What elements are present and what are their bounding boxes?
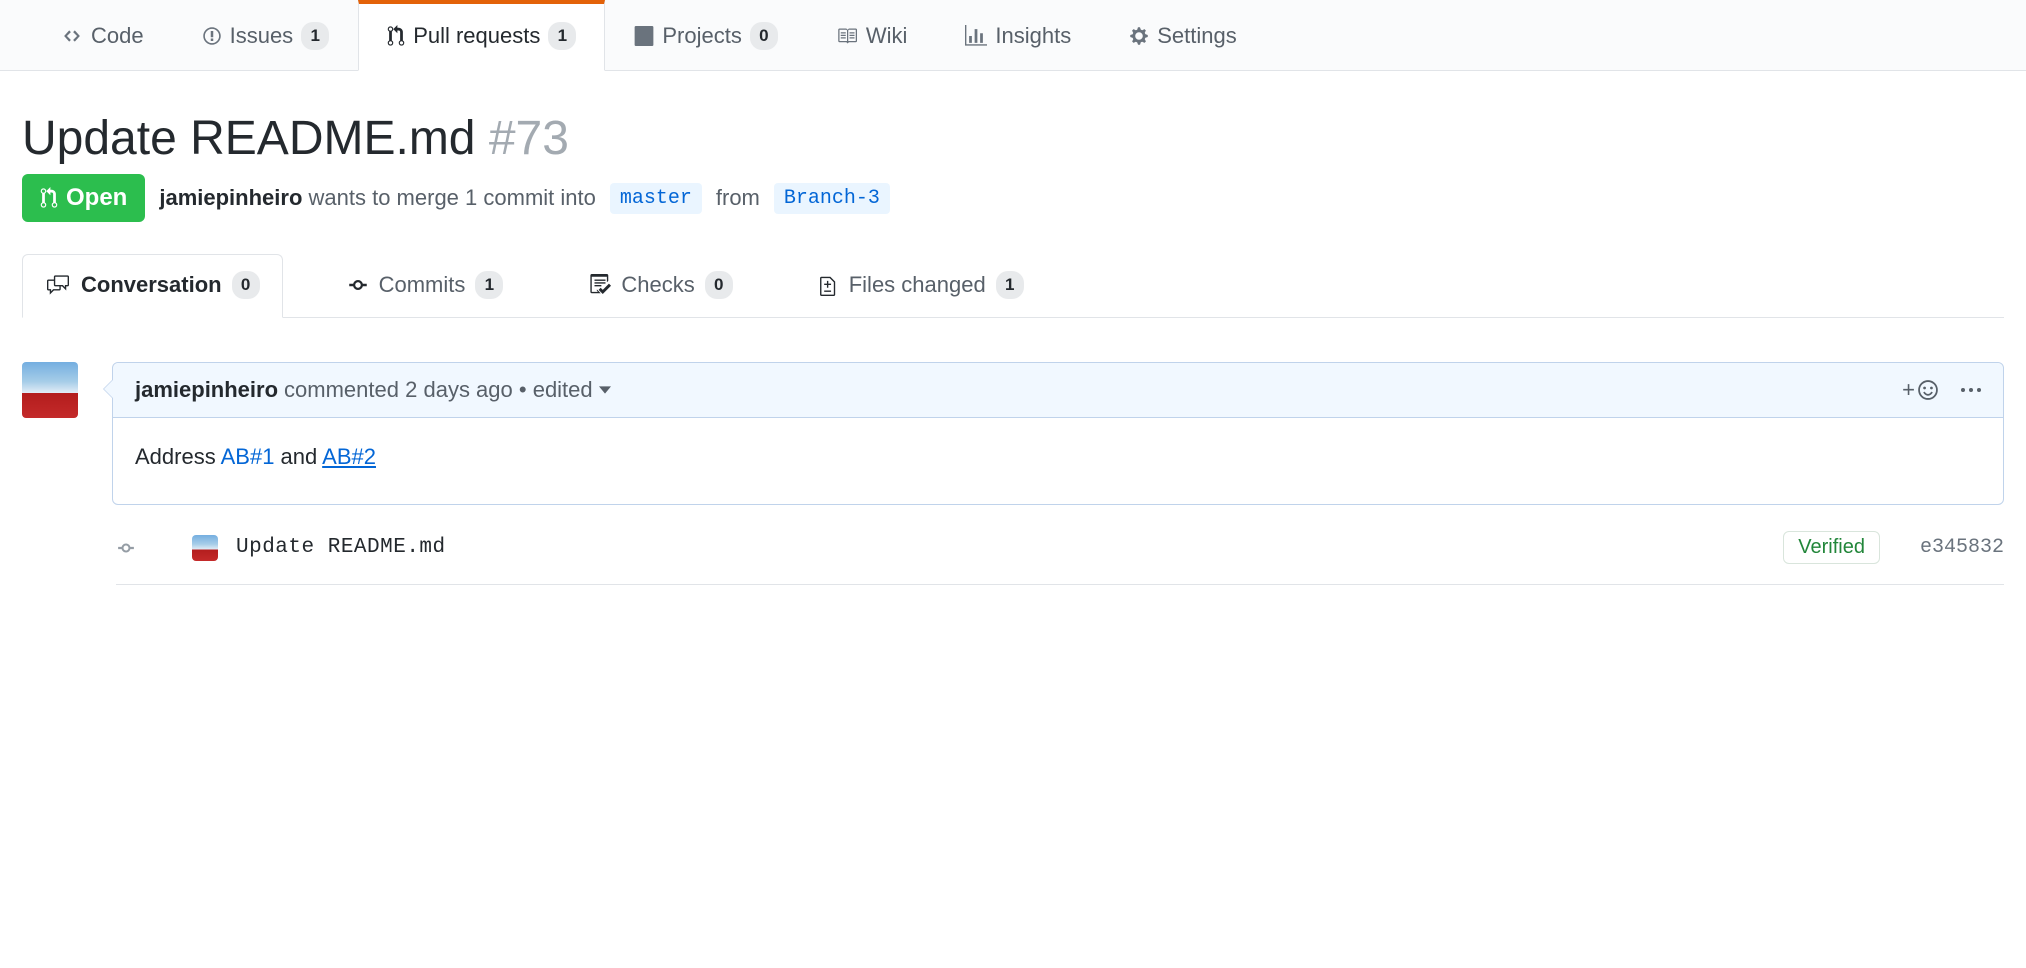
repo-nav: Code Issues 1 Pull requests 1 Projects 0… bbox=[0, 0, 2026, 71]
tab-issues-label: Issues bbox=[230, 23, 294, 49]
pr-title: Update README.md #73 bbox=[22, 111, 2004, 166]
gear-icon bbox=[1129, 26, 1149, 46]
comment-box: jamiepinheiro commented 2 days ago • edi… bbox=[112, 362, 2004, 505]
subtab-checks[interactable]: Checks 0 bbox=[567, 255, 754, 317]
pull-request-icon bbox=[40, 187, 58, 209]
code-icon bbox=[61, 27, 83, 45]
commit-icon bbox=[347, 275, 369, 295]
kebab-menu-icon[interactable] bbox=[1961, 388, 1981, 392]
tab-wiki-label: Wiki bbox=[866, 23, 908, 49]
tab-pull-requests[interactable]: Pull requests 1 bbox=[358, 0, 605, 71]
issues-count: 1 bbox=[301, 22, 329, 50]
state-badge-open: Open bbox=[22, 174, 145, 222]
tab-code[interactable]: Code bbox=[0, 0, 173, 70]
subtab-conversation[interactable]: Conversation 0 bbox=[22, 254, 283, 318]
base-branch[interactable]: master bbox=[610, 183, 702, 214]
pulls-count: 1 bbox=[548, 22, 576, 50]
commits-count: 1 bbox=[475, 271, 503, 299]
timeline: jamiepinheiro commented 2 days ago • edi… bbox=[22, 362, 2004, 505]
book-icon bbox=[836, 26, 858, 46]
diff-icon bbox=[819, 274, 839, 296]
projects-count: 0 bbox=[750, 22, 778, 50]
checks-count: 0 bbox=[705, 271, 733, 299]
pr-merge-text-1: wants to merge 1 commit into bbox=[309, 185, 596, 210]
pr-title-text: Update README.md bbox=[22, 112, 476, 165]
comment-author[interactable]: jamiepinheiro bbox=[135, 377, 278, 403]
caret-down-icon[interactable] bbox=[599, 386, 611, 394]
subtab-commits-label: Commits bbox=[379, 272, 466, 298]
subtab-checks-label: Checks bbox=[621, 272, 694, 298]
comment-text-mid: and bbox=[274, 444, 322, 469]
comment-action: commented bbox=[284, 377, 399, 403]
verified-badge[interactable]: Verified bbox=[1783, 531, 1880, 564]
add-reaction-button[interactable]: + bbox=[1902, 377, 1939, 403]
comment-edited-label[interactable]: edited bbox=[533, 377, 593, 403]
comment-text-prefix: Address bbox=[135, 444, 221, 469]
link-ab1[interactable]: AB#1 bbox=[221, 444, 275, 469]
pr-meta: Open jamiepinheiro wants to merge 1 comm… bbox=[22, 174, 2004, 222]
checklist-icon bbox=[589, 274, 611, 296]
tab-settings-label: Settings bbox=[1157, 23, 1237, 49]
comment-body: Address AB#1 and AB#2 bbox=[113, 418, 2003, 504]
tab-insights[interactable]: Insights bbox=[936, 0, 1100, 70]
commit-sha[interactable]: e345832 bbox=[1920, 536, 2004, 559]
state-label: Open bbox=[66, 184, 127, 212]
pr-author[interactable]: jamiepinheiro bbox=[159, 185, 302, 210]
tab-insights-label: Insights bbox=[995, 23, 1071, 49]
commit-row: Update README.md Verified e345832 bbox=[116, 531, 2004, 585]
issue-icon bbox=[202, 26, 222, 46]
pr-subtabs: Conversation 0 Commits 1 Checks 0 Files … bbox=[22, 254, 2004, 318]
pull-request-icon bbox=[387, 25, 405, 47]
tab-settings[interactable]: Settings bbox=[1100, 0, 1266, 70]
commit-message[interactable]: Update README.md bbox=[236, 536, 446, 559]
pr-number: #73 bbox=[489, 112, 569, 165]
subtab-conversation-label: Conversation bbox=[81, 272, 222, 298]
tab-projects[interactable]: Projects 0 bbox=[605, 0, 806, 70]
conversation-count: 0 bbox=[232, 271, 260, 299]
files-count: 1 bbox=[996, 271, 1024, 299]
tab-pulls-label: Pull requests bbox=[413, 23, 540, 49]
tab-code-label: Code bbox=[91, 23, 144, 49]
avatar[interactable] bbox=[22, 362, 78, 418]
graph-icon bbox=[965, 25, 987, 47]
commit-icon bbox=[116, 539, 136, 557]
comment-time[interactable]: 2 days ago bbox=[405, 377, 513, 403]
comment-header: jamiepinheiro commented 2 days ago • edi… bbox=[113, 363, 2003, 418]
avatar[interactable] bbox=[192, 535, 218, 561]
link-ab2[interactable]: AB#2 bbox=[322, 444, 376, 469]
subtab-files-label: Files changed bbox=[849, 272, 986, 298]
tab-issues[interactable]: Issues 1 bbox=[173, 0, 359, 70]
head-branch[interactable]: Branch-3 bbox=[774, 183, 890, 214]
comment-discussion-icon bbox=[45, 274, 71, 296]
tab-projects-label: Projects bbox=[662, 23, 741, 49]
subtab-files[interactable]: Files changed 1 bbox=[797, 255, 1046, 317]
pr-merge-text-2: from bbox=[716, 185, 760, 211]
tab-wiki[interactable]: Wiki bbox=[807, 0, 937, 70]
project-icon bbox=[634, 26, 654, 46]
subtab-commits[interactable]: Commits 1 bbox=[325, 255, 526, 317]
